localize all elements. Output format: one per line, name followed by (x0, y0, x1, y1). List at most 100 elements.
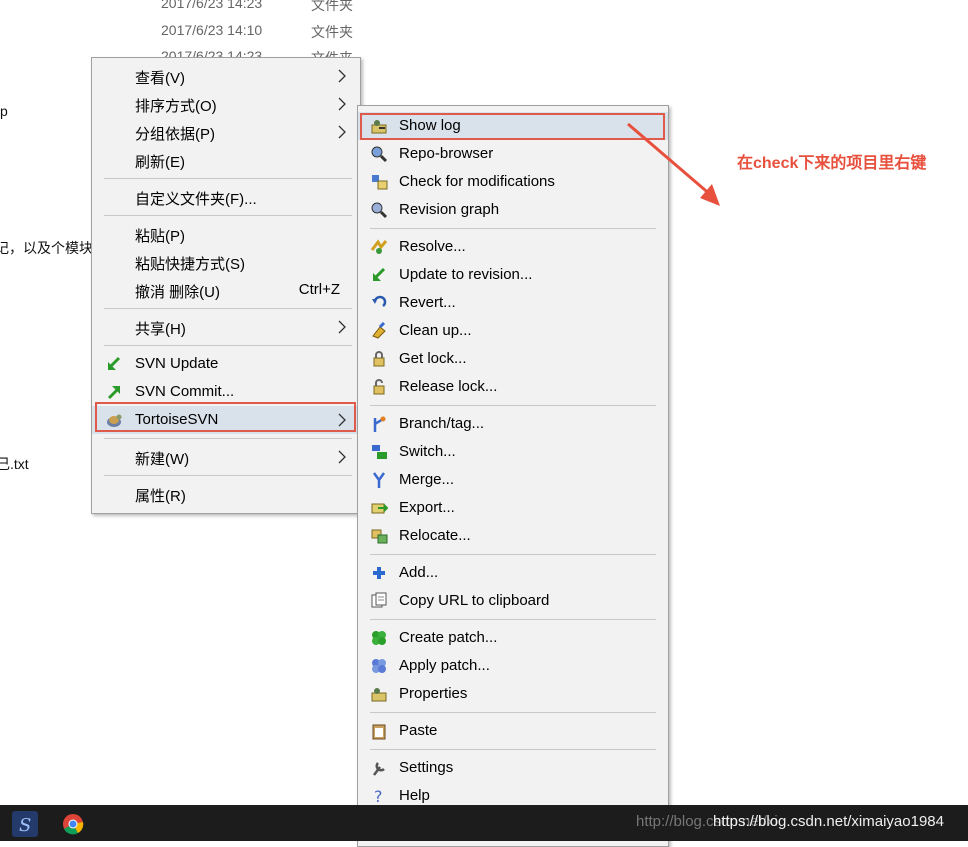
menu-separator (370, 712, 656, 713)
submenu-item-add[interactable]: Add... (358, 559, 668, 587)
merge-icon (372, 472, 386, 488)
submenu-item-clean-up[interactable]: Clean up... (358, 317, 668, 345)
menu-item-new[interactable]: 新建(W) (92, 443, 360, 471)
menu-item-label: 自定义文件夹(F)... (135, 191, 257, 208)
submenu-item-merge[interactable]: Merge... (358, 466, 668, 494)
submenu-item-label: Relocate... (399, 527, 471, 544)
submenu-item-apply-patch[interactable]: Apply patch... (358, 652, 668, 680)
check-modifications-icon (372, 175, 388, 190)
relocate-icon (371, 529, 388, 544)
submenu-item-label: Add... (399, 564, 439, 581)
properties-icon (371, 688, 387, 702)
menu-item-sort[interactable]: 排序方式(O) (92, 90, 360, 118)
submenu-item-label: Help (399, 787, 430, 804)
submenu-item-label: Check for modifications (399, 173, 555, 190)
menu-separator (104, 345, 352, 346)
submenu-item-update-to-revision[interactable]: Update to revision... (358, 261, 668, 289)
menu-item-paste[interactable]: 粘贴(P) (92, 220, 360, 248)
submenu-item-properties[interactable]: Properties (358, 680, 668, 708)
submenu-item-label: Merge... (399, 471, 455, 488)
revert-icon (372, 295, 387, 307)
menu-item-paste-shortcut[interactable]: 粘贴快捷方式(S) (92, 248, 360, 276)
s-logo-icon: S (19, 815, 31, 836)
submenu-item-relocate[interactable]: Relocate... (358, 522, 668, 550)
taskbar: S http://blog.csdn.net/xi https://blog.c… (0, 805, 968, 841)
submenu-item-copy-url-to-clipboard[interactable]: Copy URL to clipboard (358, 587, 668, 615)
menu-item-label: 新建(W) (135, 451, 190, 468)
submenu-item-label: Repo-browser (399, 145, 494, 162)
submenu-item-paste[interactable]: Paste (358, 717, 668, 745)
submenu-item-switch[interactable]: Switch... (358, 438, 668, 466)
tortoisesvn-highlight-box (95, 402, 356, 432)
svn-update-icon (108, 356, 121, 370)
cleanup-icon (372, 322, 386, 339)
menu-separator (104, 308, 352, 309)
menu-item-label: 粘贴快捷方式(S) (135, 256, 245, 273)
background-fragment: p (0, 103, 8, 119)
menu-separator (104, 215, 352, 216)
annotation-text: 在check下来的项目里右键 (737, 155, 927, 172)
get-lock-icon (373, 351, 385, 367)
submenu-item-export[interactable]: Export... (358, 494, 668, 522)
menu-item-label: 粘贴(P) (135, 228, 185, 245)
submenu-item-create-patch[interactable]: Create patch... (358, 624, 668, 652)
menu-item-label: 分组依据(P) (135, 126, 215, 143)
submenu-item-branch-tag[interactable]: Branch/tag... (358, 410, 668, 438)
help-icon: ? (374, 787, 383, 805)
submenu-item-label: Copy URL to clipboard (399, 592, 550, 609)
menu-item-undo-delete[interactable]: 撤消 删除(U) Ctrl+Z (92, 276, 360, 304)
chevron-right-icon (338, 69, 346, 83)
revision-graph-icon (371, 202, 388, 219)
menu-item-label: 撤消 删除(U) (135, 284, 220, 301)
submenu-item-label: Get lock... (399, 350, 467, 367)
menu-separator (370, 405, 656, 406)
file-row-type: 文件夹 (311, 0, 353, 13)
file-row-date: 2017/6/23 14:23 (161, 0, 263, 11)
explorer-context-menu: 查看(V) 排序方式(O) 分组依据(P) 刷新(E) 自定义文件夹(F)...… (91, 57, 361, 514)
submenu-item-label: Export... (399, 499, 455, 516)
menu-separator (104, 475, 352, 476)
chevron-right-icon (338, 450, 346, 464)
repo-browser-icon (371, 146, 388, 163)
menu-item-properties[interactable]: 属性(R) (92, 480, 360, 508)
app-icon-tortoise[interactable]: S (12, 811, 38, 837)
submenu-item-release-lock[interactable]: Release lock... (358, 373, 668, 401)
menu-item-label: 排序方式(O) (135, 98, 217, 115)
submenu-item-label: Update to revision... (399, 266, 533, 283)
submenu-item-label: Revert... (399, 294, 456, 311)
svg-text:S: S (19, 815, 31, 836)
tortoisesvn-submenu: Show log Repo-browser Check for modificati… (357, 105, 669, 847)
menu-separator (104, 438, 352, 439)
paste-icon (372, 724, 386, 740)
menu-item-group[interactable]: 分组依据(P) (92, 118, 360, 146)
menu-item-label: SVN Commit... (135, 383, 235, 400)
menu-item-label: SVN Update (135, 355, 219, 372)
apply-patch-icon (372, 659, 386, 673)
copy-url-icon (371, 592, 387, 608)
submenu-item-get-lock[interactable]: Get lock... (358, 345, 668, 373)
export-icon (371, 503, 388, 514)
file-row-type: 文件夹 (311, 24, 353, 40)
menu-item-view[interactable]: 查看(V) (92, 62, 360, 90)
menu-item-label: 查看(V) (135, 70, 185, 87)
submenu-item-resolve[interactable]: Resolve... (358, 233, 668, 261)
menu-separator (104, 178, 352, 179)
resolve-icon (370, 239, 388, 254)
submenu-item-revert[interactable]: Revert... (358, 289, 668, 317)
chrome-icon[interactable] (62, 813, 84, 835)
submenu-item-label: Settings (399, 759, 454, 776)
watermark-url: https://blog.csdn.net/ximaiyao1984 (713, 813, 944, 830)
menu-item-refresh[interactable]: 刷新(E) (92, 146, 360, 174)
svg-text:?: ? (374, 787, 383, 805)
submenu-item-label: Paste (399, 722, 438, 739)
menu-item-customize-folder[interactable]: 自定义文件夹(F)... (92, 183, 360, 211)
submenu-item-label: Create patch... (399, 629, 498, 646)
submenu-item-settings[interactable]: Settings (358, 754, 668, 782)
submenu-item-label: Apply patch... (399, 657, 490, 674)
menu-separator (370, 228, 656, 229)
svn-commit-icon (107, 386, 120, 400)
menu-separator (370, 554, 656, 555)
file-row-date: 2017/6/23 14:10 (161, 22, 263, 38)
menu-item-share[interactable]: 共享(H) (92, 313, 360, 341)
menu-item-svn-update[interactable]: SVN Update (92, 350, 360, 378)
